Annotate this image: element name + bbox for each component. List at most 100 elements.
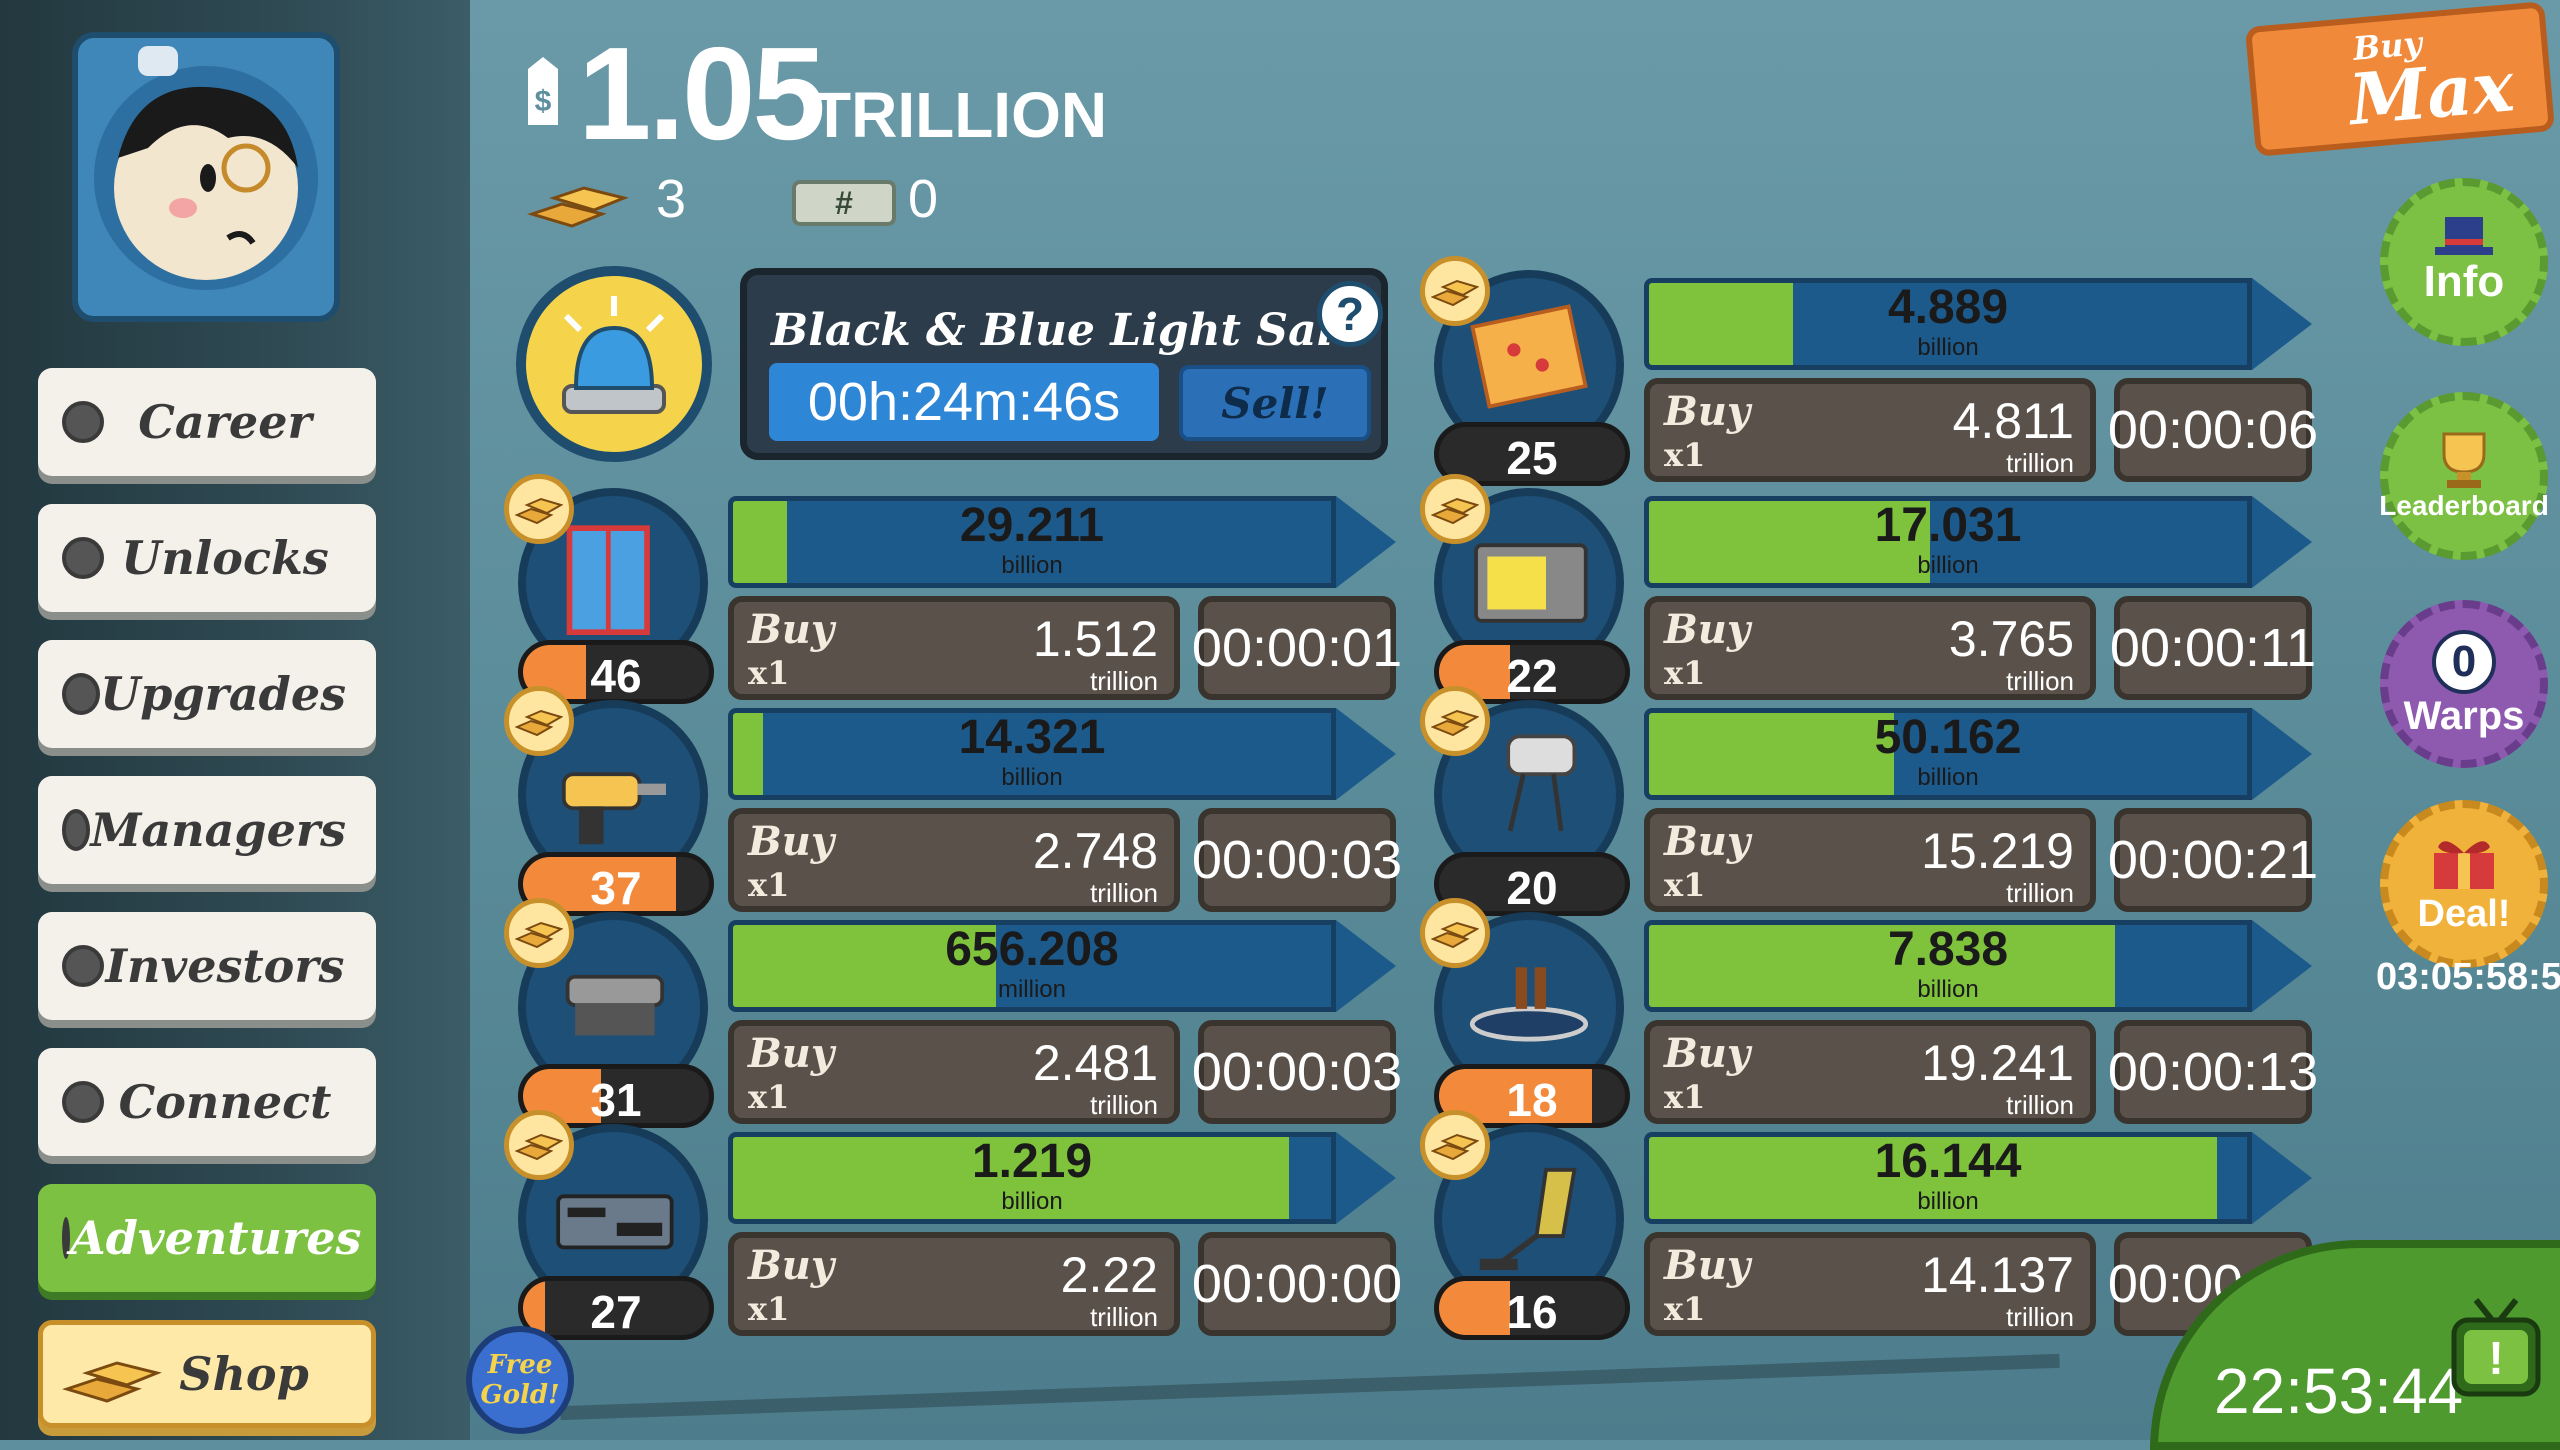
megabucks-icon: # — [792, 180, 896, 226]
gold-bars-icon — [515, 1133, 563, 1161]
profit-bar[interactable]: 29.211 billion — [728, 496, 1396, 588]
free-gold-button[interactable]: Free Gold! — [466, 1326, 574, 1434]
owned-count: 27 — [590, 1286, 642, 1338]
cycle-timer: 00:00:21 — [2108, 808, 2318, 912]
profit-bar[interactable]: 656.208 million — [728, 920, 1396, 1012]
status-dot — [62, 1081, 104, 1123]
profit-bar-arrow — [1336, 708, 1396, 800]
buy-button[interactable]: Buy x1 2.22 trillion — [728, 1232, 1180, 1336]
buy-cost-unit: trillion — [2006, 1090, 2074, 1120]
buy-cost-unit: trillion — [1090, 666, 1158, 696]
gold-bars-count: 3 — [656, 169, 687, 229]
buy-multiplier: x1 — [1664, 866, 1706, 904]
cycle-timer: 00:00:13 — [2108, 1020, 2318, 1124]
profit-value: 4.889 — [1887, 281, 2009, 334]
megabucks-count: 0 — [908, 169, 939, 229]
warps-count: 0 — [2432, 629, 2496, 694]
profit-bar[interactable]: 17.031 billion — [1644, 496, 2312, 588]
player-avatar[interactable] — [72, 32, 340, 322]
sidebar-item-label: Investors — [105, 939, 345, 993]
sidebar-item-shop[interactable]: Shop — [38, 1320, 376, 1428]
deal-button[interactable]: Deal! — [2380, 800, 2548, 968]
profit-bar[interactable]: 1.219 billion — [728, 1132, 1396, 1224]
astronaut-icon — [94, 46, 318, 290]
buy-label: Buy — [748, 1242, 835, 1289]
sale-timer: 00h:24m:46s — [769, 363, 1159, 441]
gold-upgrade-badge[interactable] — [1420, 1110, 1490, 1180]
gold-upgrade-badge[interactable] — [1420, 474, 1490, 544]
profit-unit: billion — [1917, 334, 1979, 361]
info-button[interactable]: Info — [2380, 178, 2548, 346]
profit-value: 14.321 — [958, 711, 1106, 764]
buy-cost-unit: trillion — [1090, 1302, 1158, 1332]
profit-bar[interactable]: 50.162 billion — [1644, 708, 2312, 800]
profit-bar-arrow — [1336, 496, 1396, 588]
profit-bar[interactable]: 4.889 billion — [1644, 278, 2312, 370]
profit-value: 7.838 — [1887, 923, 2009, 976]
buy-button[interactable]: Buy x1 14.137 trillion — [1644, 1232, 2096, 1336]
buy-label: Buy — [1664, 388, 1751, 435]
gold-upgrade-badge[interactable] — [504, 1110, 574, 1180]
buy-cost: 14.137 — [1921, 1247, 2074, 1303]
cycle-timer: 00:00:00 — [1192, 1232, 1402, 1336]
buy-button[interactable]: Buy x1 2.748 trillion — [728, 808, 1180, 912]
profit-value: 656.208 — [945, 923, 1119, 976]
buy-multiplier: x1 — [748, 1290, 790, 1328]
sell-button[interactable]: Sell! — [1179, 365, 1371, 441]
sidebar-item-upgrades[interactable]: Upgrades — [38, 640, 376, 748]
buy-button[interactable]: Buy x1 19.241 trillion — [1644, 1020, 2096, 1124]
owned-count: 16 — [1506, 1286, 1558, 1338]
buy-multiplier: x1 — [1664, 654, 1706, 692]
cycle-timer: 00:00:11 — [2110, 596, 2316, 700]
buy-label: Buy — [1664, 1242, 1751, 1289]
money-unit: TRILLION — [812, 79, 1108, 151]
svg-text:$: $ — [535, 85, 552, 118]
buy-button[interactable]: Buy x1 15.219 trillion — [1644, 808, 2096, 912]
sale-panel: Black & Blue Light Sale 00h:24m:46s Sell… — [740, 268, 1388, 460]
buy-label: Buy — [1664, 818, 1751, 865]
profit-bar[interactable]: 16.144 billion — [1644, 1132, 2312, 1224]
buy-cost: 2.748 — [1032, 823, 1158, 879]
buy-max-button[interactable]: Buy Max — [2244, 1, 2556, 157]
gold-upgrade-badge[interactable] — [1420, 256, 1490, 326]
help-button[interactable]: ? — [1317, 281, 1383, 347]
sidebar-item-adventures[interactable]: Adventures — [38, 1184, 376, 1292]
buy-cost-unit: trillion — [2006, 878, 2074, 908]
warps-label: Warps — [2403, 693, 2525, 738]
gold-upgrade-badge[interactable] — [1420, 686, 1490, 756]
buy-button[interactable]: Buy x1 2.481 trillion — [728, 1020, 1180, 1124]
profit-bar-arrow — [2252, 496, 2312, 588]
gold-upgrade-badge[interactable] — [504, 474, 574, 544]
gold-upgrade-badge[interactable] — [504, 686, 574, 756]
buy-label: Buy — [748, 1030, 835, 1077]
sidebar-item-managers[interactable]: Managers — [38, 776, 376, 884]
buy-button[interactable]: Buy x1 3.765 trillion — [1644, 596, 2096, 700]
sidebar-item-connect[interactable]: Connect — [38, 1048, 376, 1156]
gold-upgrade-badge[interactable] — [1420, 898, 1490, 968]
profit-bar-arrow — [2252, 1132, 2312, 1224]
buy-cost: 2.22 — [1060, 1247, 1158, 1303]
sidebar-item-unlocks[interactable]: Unlocks — [38, 504, 376, 612]
sidebar-item-investors[interactable]: Investors — [38, 912, 376, 1020]
buy-multiplier: x1 — [748, 1078, 790, 1116]
tv-alert-icon[interactable]: ! — [2446, 1294, 2546, 1404]
profit-unit: billion — [1001, 552, 1063, 579]
status-dot — [62, 1217, 70, 1259]
buy-button[interactable]: Buy x1 4.811 trillion — [1644, 378, 2096, 482]
profit-bar[interactable]: 14.321 billion — [728, 708, 1396, 800]
leaderboard-button[interactable]: Leaderboard — [2379, 392, 2549, 560]
gold-upgrade-badge[interactable] — [504, 898, 574, 968]
cycle-timer: 00:00:01 — [1192, 596, 1402, 700]
profit-unit: billion — [1917, 552, 1979, 579]
buy-cost: 19.241 — [1921, 1035, 2074, 1091]
money-amount: 1.05 — [578, 20, 826, 167]
buy-cost-unit: trillion — [1090, 878, 1158, 908]
profit-bar[interactable]: 7.838 billion — [1644, 920, 2312, 1012]
profit-bar-arrow — [1336, 1132, 1396, 1224]
svg-text:!: ! — [2488, 1332, 2503, 1384]
siren-icon[interactable] — [516, 266, 712, 462]
buy-button[interactable]: Buy x1 1.512 trillion — [728, 596, 1180, 700]
sidebar-item-career[interactable]: Career — [38, 368, 376, 476]
sidebar-item-label: Adventures — [70, 1211, 362, 1265]
warps-button[interactable]: 0 Warps — [2380, 600, 2548, 768]
